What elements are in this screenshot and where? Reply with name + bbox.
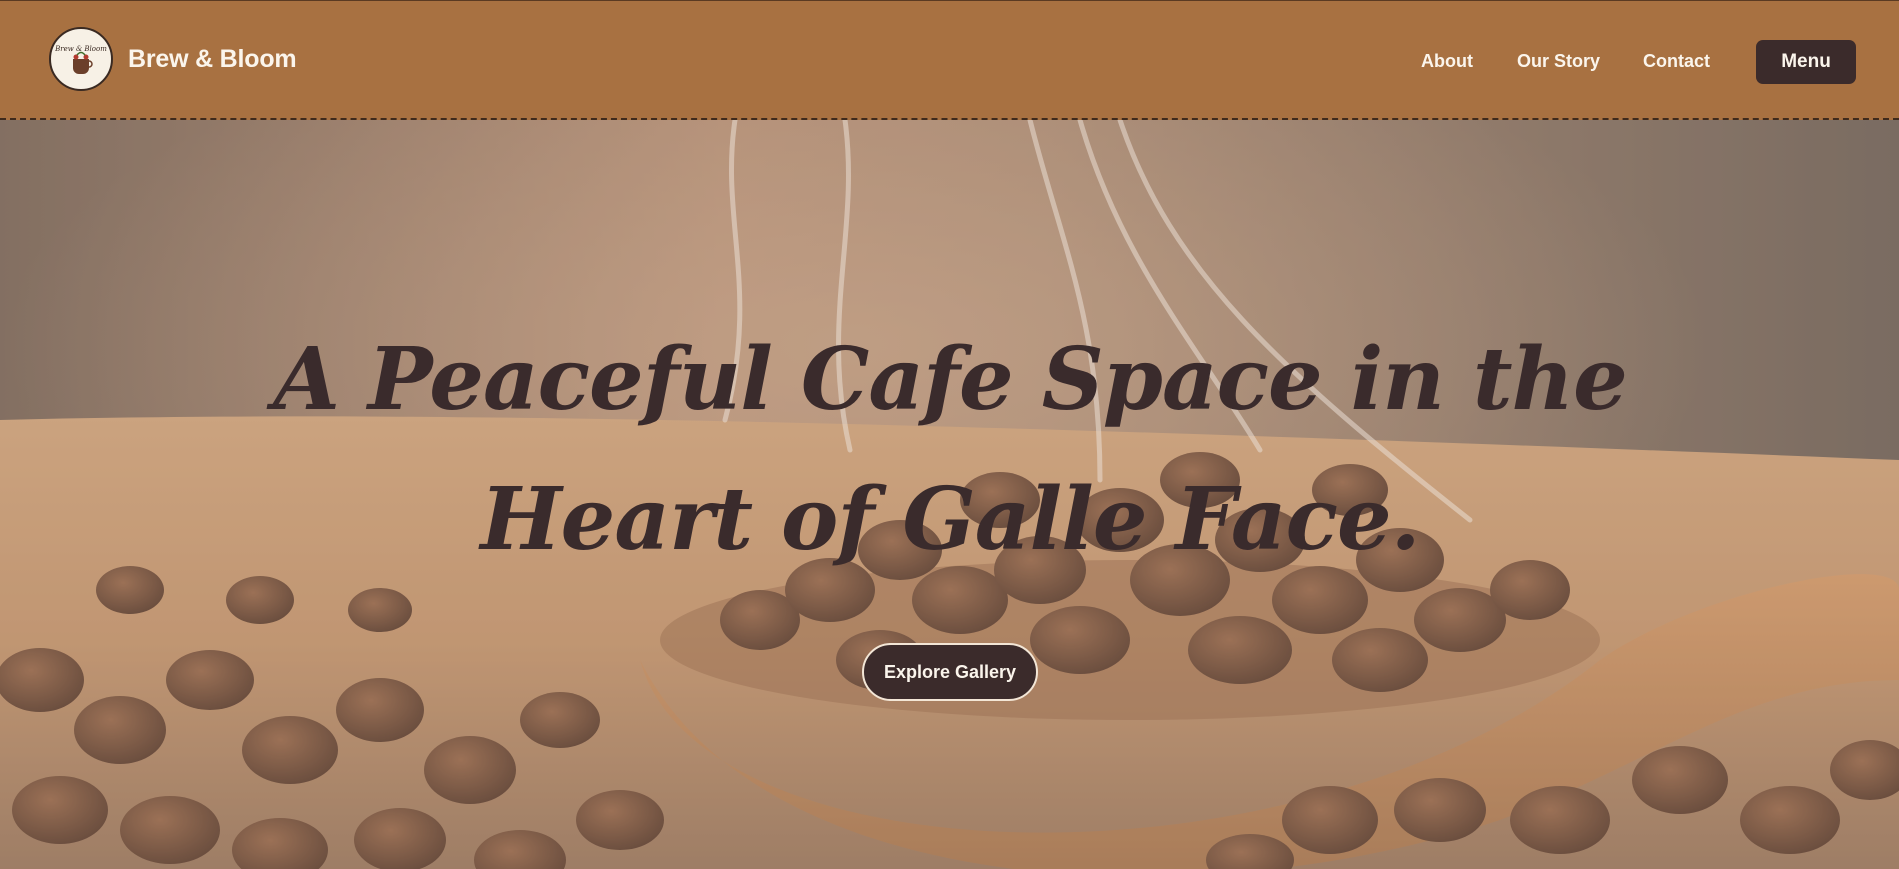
explore-gallery-button[interactable]: Explore Gallery bbox=[862, 643, 1038, 701]
logo-graphic: Brew & Bloom bbox=[53, 31, 109, 87]
cafe-logo-icon[interactable]: Brew & Bloom bbox=[49, 27, 113, 91]
nav-our-story-link[interactable]: Our Story bbox=[1517, 51, 1600, 72]
nav-contact-link[interactable]: Contact bbox=[1643, 51, 1710, 72]
page: Brew & Bloom Brew & Bloom About Our Stor… bbox=[0, 0, 1899, 869]
hero-title: A Peaceful Cafe Space in the Heart of Ga… bbox=[273, 329, 1628, 570]
site-header: Brew & Bloom Brew & Bloom About Our Stor… bbox=[0, 0, 1899, 120]
hero-section: A Peaceful Cafe Space in the Heart of Ga… bbox=[0, 120, 1899, 869]
brand-name[interactable]: Brew & Bloom bbox=[128, 45, 297, 74]
nav-about-link[interactable]: About bbox=[1421, 51, 1473, 72]
menu-button[interactable]: Menu bbox=[1756, 40, 1856, 84]
